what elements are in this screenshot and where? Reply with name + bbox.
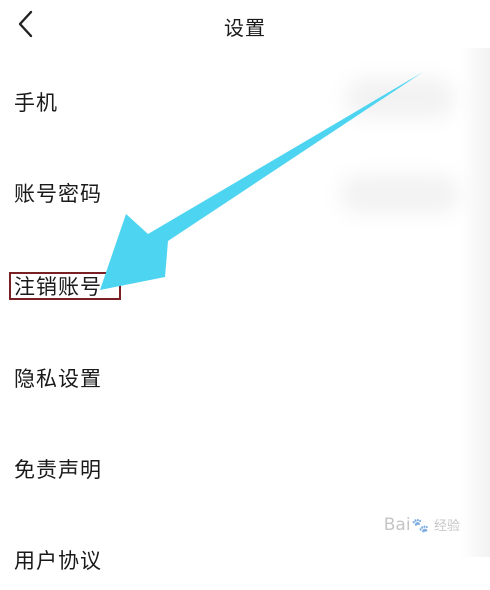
page-title: 设置 [224, 16, 266, 40]
watermark-brand: Bai [383, 515, 411, 535]
watermark-suffix: 经验 [433, 519, 460, 534]
right-edge-shadow [460, 48, 490, 557]
menu-item-disclaimer[interactable]: 免责声明 [0, 439, 460, 499]
menu-item-label: 用户协议 [14, 549, 102, 573]
menu-item-label: 账号密码 [14, 182, 102, 206]
menu-item-privacy-settings[interactable]: 隐私设置 [0, 348, 460, 408]
menu-item-user-agreement[interactable]: 用户协议 [0, 530, 460, 590]
menu-item-delete-account[interactable]: 注销账号 [0, 256, 460, 316]
watermark: Bai🐾 经验 [384, 515, 460, 535]
paw-icon: 🐾 [411, 518, 429, 534]
menu-item-label: 免责声明 [14, 458, 102, 482]
menu-item-label: 手机 [14, 91, 58, 115]
menu-item-label: 隐私设置 [14, 367, 102, 391]
top-bar: 设置 [0, 0, 490, 48]
menu-item-label: 注销账号 [14, 275, 102, 299]
menu-item-phone[interactable]: 手机 [0, 72, 460, 132]
menu-item-account-password[interactable]: 账号密码 [0, 163, 460, 223]
